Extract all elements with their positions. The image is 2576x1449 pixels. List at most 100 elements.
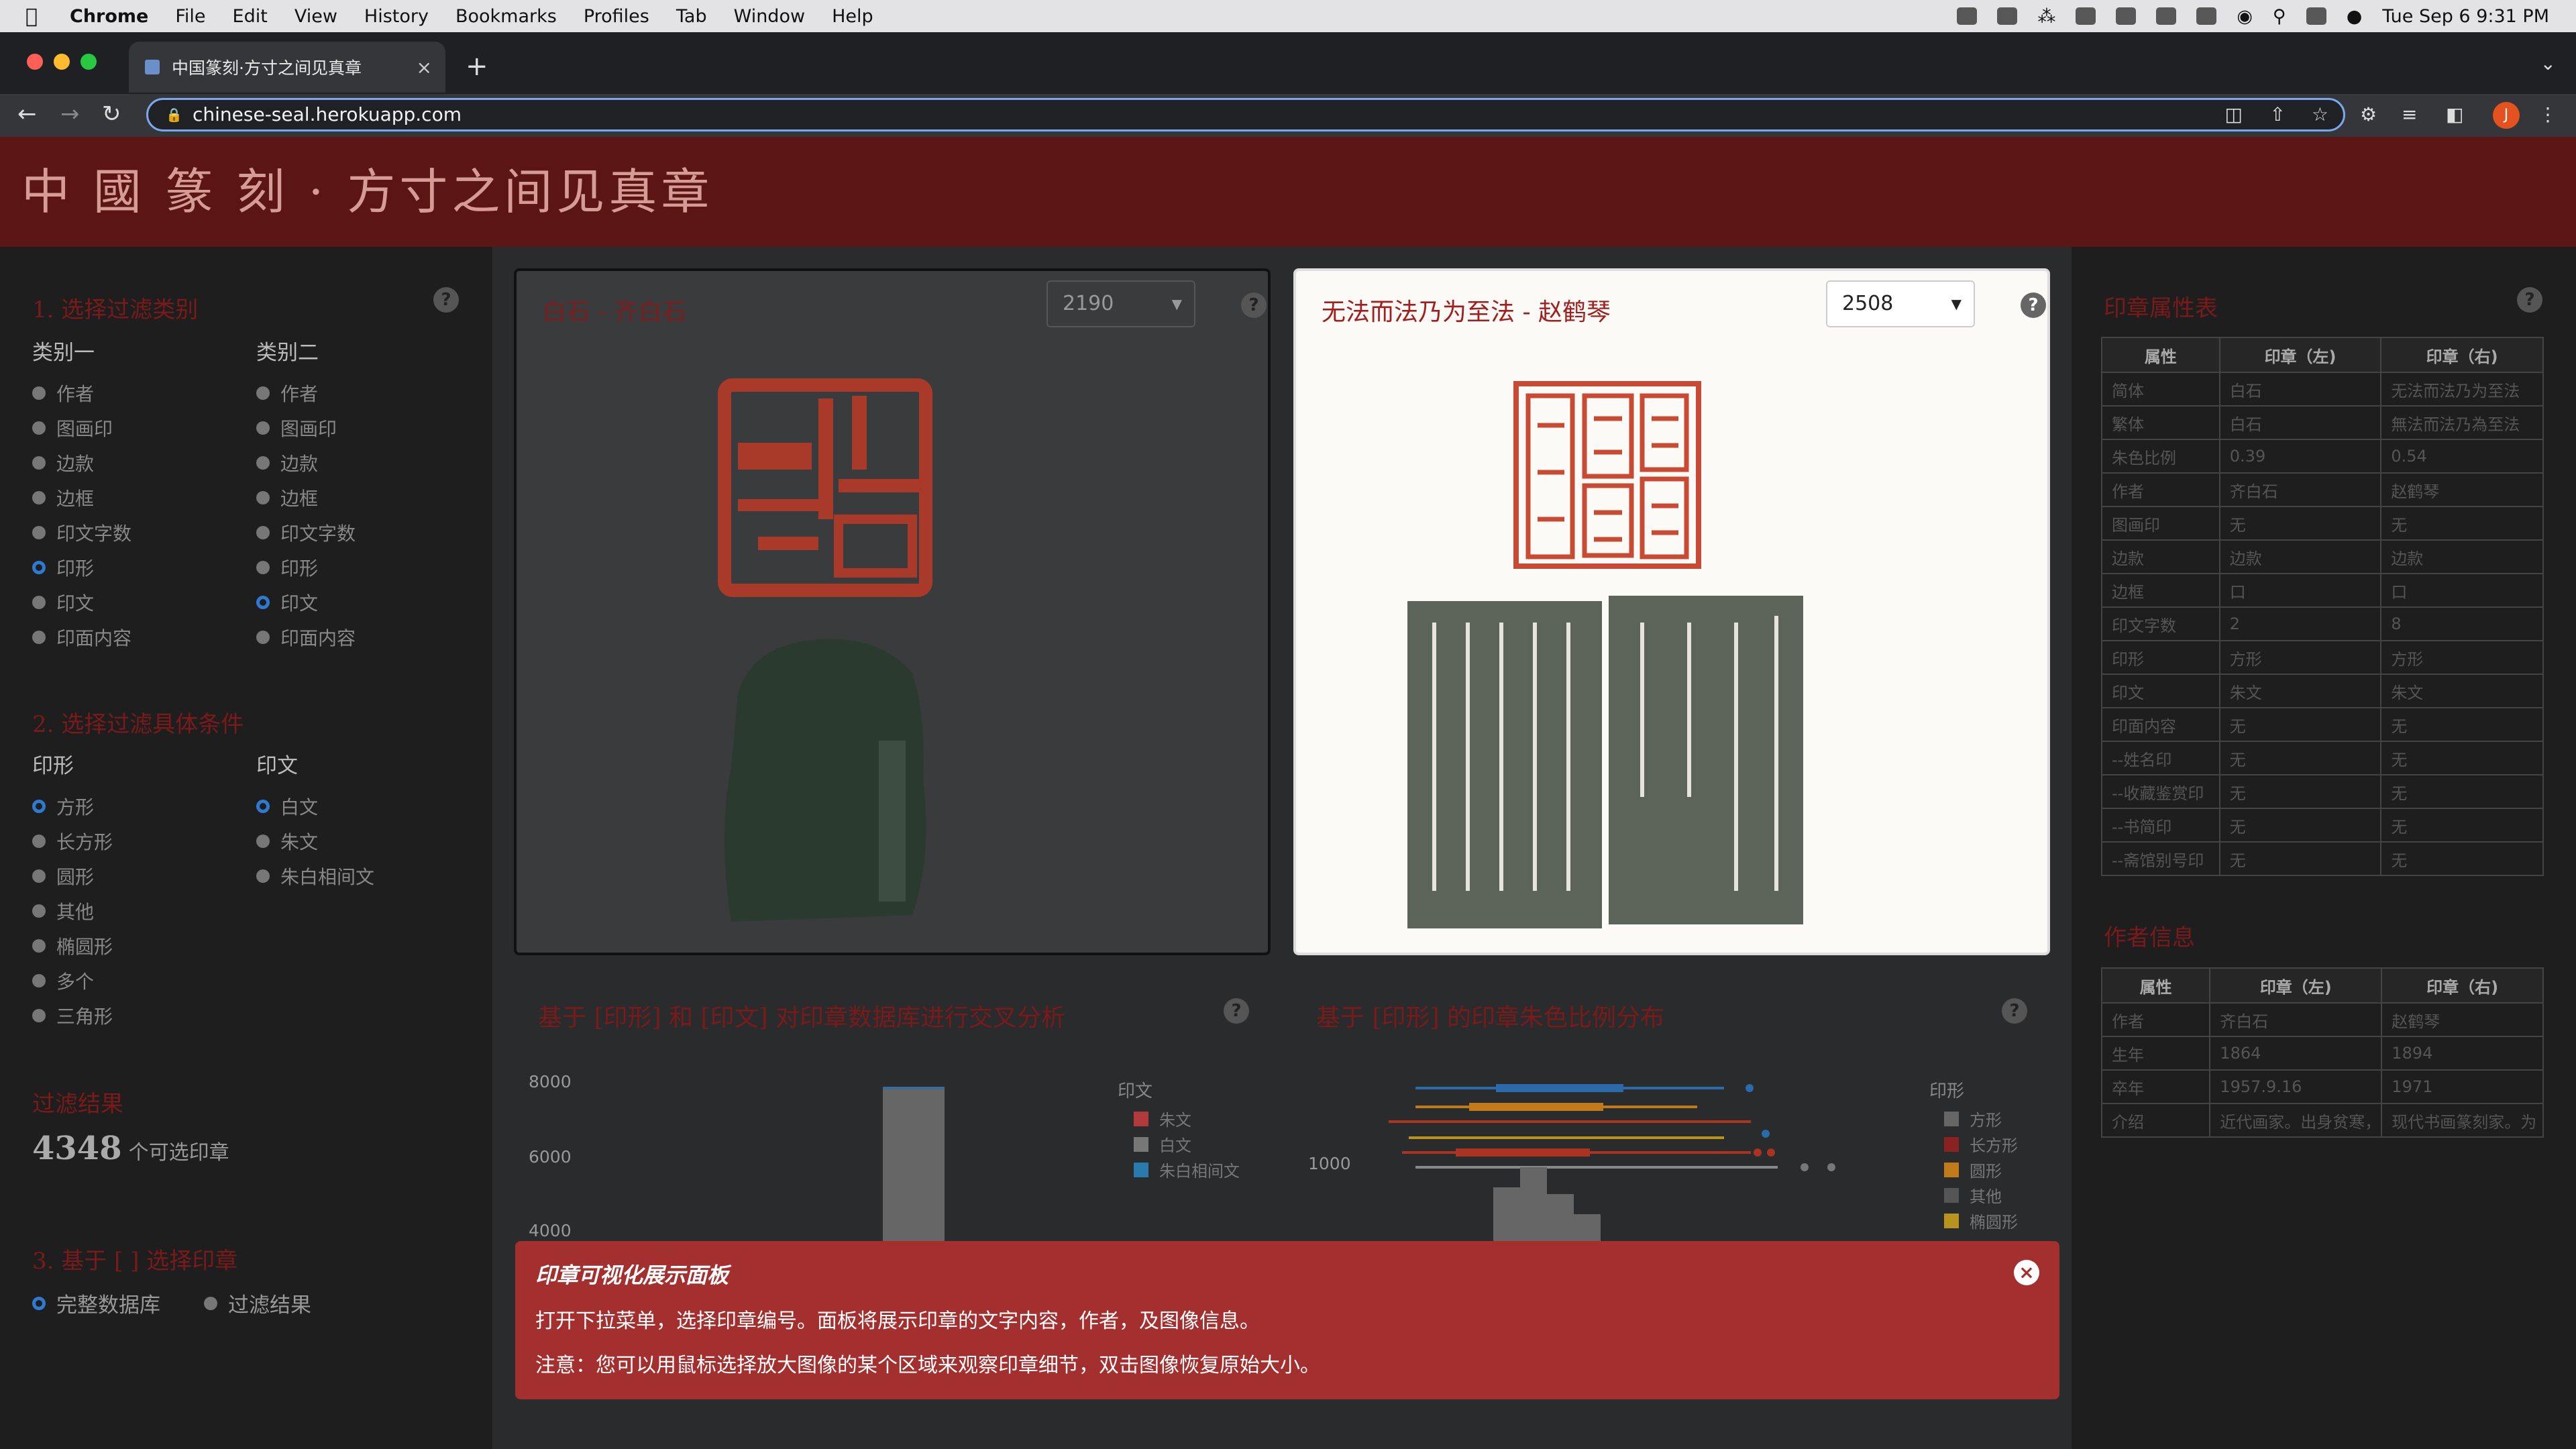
chart1-legend-item[interactable]: 朱文	[1134, 1107, 1191, 1130]
chart2-legend-item[interactable]: 圆形	[1944, 1158, 2002, 1181]
menu-file[interactable]: File	[175, 6, 205, 27]
cat1-radio-sidemark[interactable]: 边款	[32, 449, 94, 476]
share-icon[interactable]: ⇧	[2270, 100, 2286, 129]
help-icon[interactable]: ?	[2002, 998, 2027, 1024]
menu-edit[interactable]: Edit	[233, 6, 268, 27]
seal-right-id[interactable]: 2508	[1842, 292, 1893, 315]
reading-list-icon[interactable]: ≡	[2402, 103, 2417, 125]
side-panel-icon[interactable]: ◧	[2446, 103, 2463, 125]
menu-view[interactable]: View	[294, 6, 337, 27]
tab-search-chevron-icon[interactable]: ⌄	[2540, 52, 2556, 74]
reload-icon[interactable]: ↻	[102, 101, 121, 127]
chart2-legend-item[interactable]: 其他	[1944, 1183, 2002, 1207]
extensions-icon[interactable]: ⚙	[2360, 103, 2377, 125]
help-icon[interactable]: ?	[433, 287, 459, 313]
shape-radio-rectangle[interactable]: 长方形	[32, 828, 113, 855]
bluetooth-icon[interactable]: ⁂	[2037, 6, 2055, 27]
help-icon[interactable]: ?	[2517, 287, 2542, 313]
bookmark-star-icon[interactable]: ☆	[2312, 100, 2328, 129]
chart1-bar[interactable]	[883, 1087, 945, 1241]
menu-window[interactable]: Window	[734, 6, 805, 27]
seal-sidemark-image[interactable]	[711, 633, 939, 928]
seal-card-left[interactable]: 白石 - 齐白石 2190 ▼ ?	[514, 268, 1271, 955]
cat1-radio-author[interactable]: 作者	[32, 380, 94, 407]
cat1-radio-charcount[interactable]: 印文字数	[32, 519, 131, 546]
chevron-down-icon[interactable]: ▼	[1951, 282, 1962, 326]
text-radio-red[interactable]: 朱文	[256, 828, 318, 855]
menu-tab[interactable]: Tab	[676, 6, 707, 27]
play-icon[interactable]	[2076, 7, 2096, 25]
cat1-radio-picture[interactable]: 图画印	[32, 415, 113, 441]
menu-bookmarks[interactable]: Bookmarks	[455, 6, 557, 27]
lock-icon[interactable]: 🔒	[166, 100, 182, 129]
seal-card-right[interactable]: 无法而法乃为至法 - 赵鹤琴 2508 ▼ ?	[1293, 268, 2050, 955]
url-text[interactable]: chinese-seal.herokuapp.com	[193, 103, 462, 125]
chart2-legend-item[interactable]: 方形	[1944, 1107, 2002, 1130]
translate-icon[interactable]: ◫	[2225, 100, 2243, 129]
spotlight-search-icon[interactable]: ⚲	[2273, 6, 2286, 27]
seal-right-select[interactable]: 2508 ▼	[1826, 280, 1975, 327]
zoom-window-icon[interactable]	[80, 54, 97, 70]
seal-stamp-image[interactable]	[718, 378, 932, 606]
menu-app-name[interactable]: Chrome	[70, 6, 148, 27]
shape-radio-circle[interactable]: 圆形	[32, 863, 94, 890]
menu-history[interactable]: History	[364, 6, 429, 27]
shape-radio-oval[interactable]: 椭圆形	[32, 932, 113, 959]
new-tab-icon[interactable]: +	[466, 51, 488, 82]
close-alert-icon[interactable]: ×	[2014, 1260, 2039, 1285]
cat2-radio-charcount[interactable]: 印文字数	[256, 519, 356, 546]
chart2-legend-item[interactable]: 椭圆形	[1944, 1209, 2018, 1232]
chevron-down-icon[interactable]: ▼	[1172, 282, 1182, 326]
cat1-radio-content[interactable]: 印面内容	[32, 624, 131, 651]
chart2-plot[interactable]	[1375, 1073, 1925, 1241]
profile-avatar[interactable]: J	[2493, 102, 2520, 129]
shape-radio-multiple[interactable]: 多个	[32, 967, 94, 994]
shape-radio-other[interactable]: 其他	[32, 898, 94, 924]
cat2-radio-author[interactable]: 作者	[256, 380, 318, 407]
db-radio-full[interactable]: 完整数据库	[32, 1288, 160, 1318]
control-center-icon[interactable]	[2306, 7, 2326, 25]
display-icon[interactable]	[2116, 7, 2137, 25]
forward-icon[interactable]: →	[60, 101, 80, 127]
keyboard-icon[interactable]	[2156, 7, 2177, 25]
seal-left-select[interactable]: 2190 ▼	[1046, 280, 1195, 327]
cat1-radio-shape[interactable]: 印形	[32, 554, 94, 581]
cat2-radio-shape[interactable]: 印形	[256, 554, 318, 581]
cat2-radio-text[interactable]: 印文	[256, 589, 318, 616]
shape-radio-triangle[interactable]: 三角形	[32, 1002, 113, 1029]
cat1-radio-text[interactable]: 印文	[32, 589, 94, 616]
battery-icon[interactable]	[2196, 7, 2217, 25]
browser-tab-active[interactable]: 中国篆刻·方寸之间见真章 ×	[129, 42, 445, 93]
help-icon[interactable]: ?	[2021, 292, 2046, 318]
cat2-radio-content[interactable]: 印面内容	[256, 624, 356, 651]
apple-icon[interactable]: 	[25, 5, 46, 28]
cat2-radio-picture[interactable]: 图画印	[256, 415, 337, 441]
chart2-legend-item[interactable]: 长方形	[1944, 1132, 2018, 1156]
chart1-legend-item[interactable]: 白文	[1134, 1132, 1191, 1156]
shape-radio-square[interactable]: 方形	[32, 793, 94, 820]
close-tab-icon[interactable]: ×	[417, 56, 432, 78]
cat1-radio-border[interactable]: 边框	[32, 484, 94, 511]
status-icon[interactable]	[1957, 7, 1978, 25]
text-radio-white[interactable]: 白文	[256, 793, 318, 820]
close-window-icon[interactable]	[27, 54, 43, 70]
siri-icon[interactable]: ●	[2347, 6, 2363, 27]
wifi-icon[interactable]: ◉	[2237, 6, 2253, 27]
text-radio-mixed[interactable]: 朱白相间文	[256, 863, 374, 890]
menubar-clock[interactable]: Tue Sep 6 9:31 PM	[2382, 6, 2549, 27]
cat2-radio-sidemark[interactable]: 边款	[256, 449, 318, 476]
chart1-legend-item[interactable]: 朱白相间文	[1134, 1158, 1240, 1181]
help-icon[interactable]: ?	[1224, 998, 1249, 1024]
back-icon[interactable]: ←	[17, 101, 37, 127]
seal-sidemark-image[interactable]	[1407, 596, 1810, 931]
help-icon[interactable]: ?	[1241, 292, 1267, 318]
more-menu-icon[interactable]: ⋮	[2538, 103, 2557, 125]
seal-stamp-image[interactable]	[1511, 378, 1705, 573]
cat2-radio-border[interactable]: 边框	[256, 484, 318, 511]
menu-profiles[interactable]: Profiles	[584, 6, 649, 27]
minimize-window-icon[interactable]	[54, 54, 70, 70]
seal-left-id[interactable]: 2190	[1063, 292, 1114, 315]
db-radio-filtered[interactable]: 过滤结果	[204, 1288, 311, 1318]
menu-help[interactable]: Help	[832, 6, 873, 27]
status-icon[interactable]	[1997, 7, 2018, 25]
